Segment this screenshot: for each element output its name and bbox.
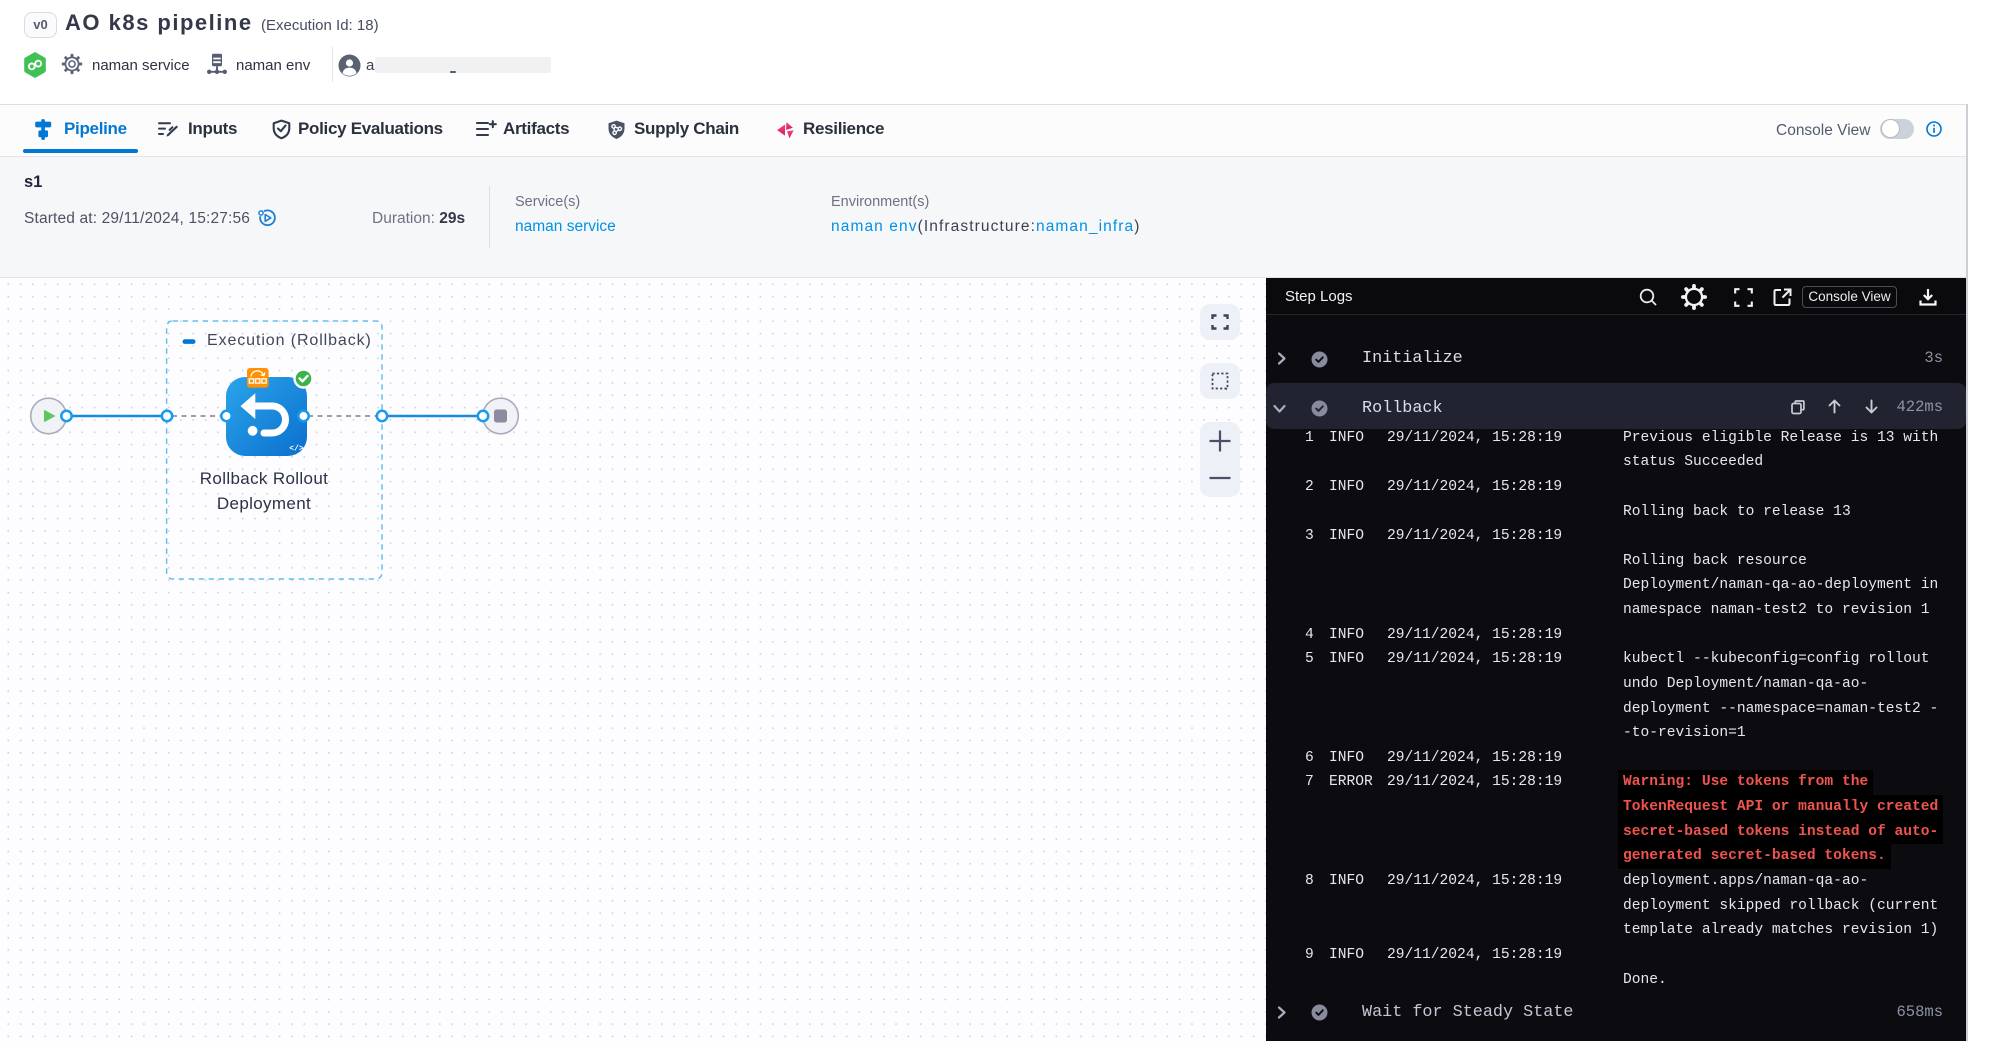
svg-text:</>: </>	[289, 445, 304, 454]
